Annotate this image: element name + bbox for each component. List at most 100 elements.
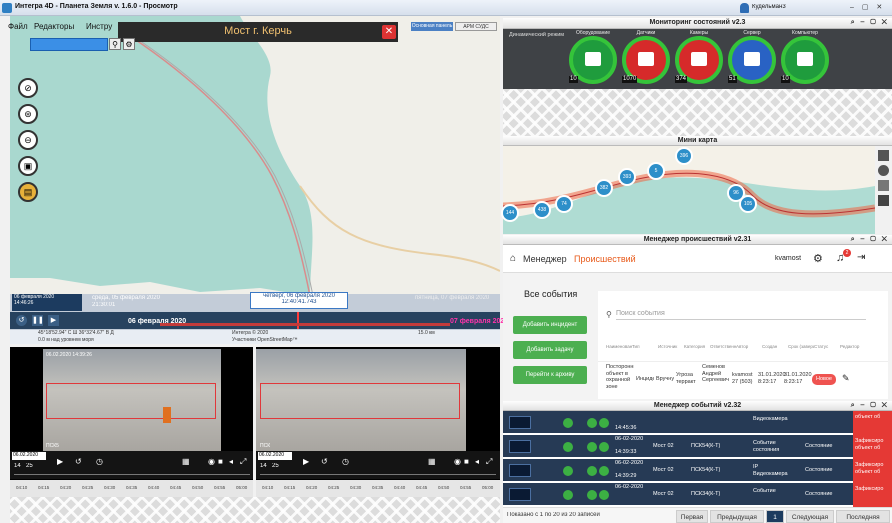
map-marker[interactable]: 74 bbox=[555, 195, 573, 213]
play-icon[interactable]: ▶ bbox=[303, 457, 309, 466]
event-action[interactable]: объект об bbox=[853, 411, 892, 435]
event-action[interactable]: Зафиксиро объект об bbox=[853, 459, 892, 483]
table-row[interactable]: 14:45:36 Видеокамера объект об bbox=[503, 411, 892, 435]
map-marker[interactable]: 5 bbox=[647, 162, 665, 180]
status-icon[interactable] bbox=[563, 418, 573, 428]
map-marker[interactable]: 393 bbox=[618, 168, 636, 186]
playhead[interactable] bbox=[297, 312, 299, 329]
settings-icon[interactable]: ⚙ bbox=[123, 38, 135, 50]
incident-row[interactable]: Посторонний объект в охранной зоне Инцид… bbox=[598, 361, 888, 397]
table-row[interactable]: 06-02-2020 14:39:33 Мост 02 ПСК54(К-Т) Событ… bbox=[503, 435, 892, 459]
go-to-archive-button[interactable]: Перейти к архиву bbox=[513, 366, 587, 384]
page-next[interactable]: Следующая bbox=[786, 510, 834, 523]
table-row[interactable]: 06-02-2020 Мост 02 ПСК34(К-Т) Событие Состоя… bbox=[503, 483, 892, 507]
logout-icon[interactable]: ⇥ bbox=[857, 252, 865, 263]
minimap-view[interactable]: 144 438 74 382 393 5 96 105 396 bbox=[501, 146, 875, 234]
search-box[interactable] bbox=[30, 38, 108, 51]
close-banner-button[interactable]: ✕ bbox=[382, 25, 396, 39]
tab-main-panel[interactable]: Основная панель bbox=[411, 22, 453, 31]
speed-icon[interactable]: ◷ bbox=[342, 457, 349, 466]
video-hour-right[interactable]: 14 bbox=[260, 463, 267, 469]
user-name[interactable]: Кудельман3 bbox=[752, 4, 786, 10]
video-min-left[interactable]: 25 bbox=[26, 463, 33, 469]
ack-icon[interactable] bbox=[587, 442, 597, 452]
table-row[interactable]: 06-02-2020 14:39:29 Мост 02 ПСК54(К-Т) IP Ви… bbox=[503, 459, 892, 483]
page-last[interactable]: Последняя bbox=[836, 510, 890, 523]
video-hour-left[interactable]: 14 bbox=[14, 463, 21, 469]
monitor-status-indicator[interactable]: 51 bbox=[728, 36, 776, 84]
menu-file[interactable]: Файл bbox=[8, 22, 28, 31]
calendar-icon[interactable]: ▦ bbox=[182, 457, 190, 466]
home-icon[interactable]: ⌂ bbox=[510, 253, 516, 264]
page-first[interactable]: Первая bbox=[676, 510, 708, 523]
minimap-print-icon[interactable] bbox=[878, 150, 889, 161]
map-marker[interactable]: 105 bbox=[739, 195, 757, 213]
video-panel-right[interactable]: ПСК 06.02.2020 14 25 ▶ ↺ ◷ ▦ ◉ ■ ◂ ⤢ 04:… bbox=[256, 347, 500, 497]
ruler-icon[interactable]: ⊖ bbox=[18, 130, 38, 150]
main-map[interactable]: Мост г. Керчь ✕ Основная панель АРМ СУДС… bbox=[10, 16, 500, 296]
event-action[interactable]: Зафиксиро объект об bbox=[853, 435, 892, 459]
status-icon[interactable] bbox=[563, 466, 573, 476]
map-marker[interactable]: 396 bbox=[675, 147, 693, 165]
gear-icon[interactable]: ⚙ bbox=[813, 252, 823, 265]
monitor-status-indicator[interactable]: 10 bbox=[781, 36, 829, 84]
window-controls[interactable]: ‒ ▢ ✕ bbox=[850, 3, 890, 13]
search-icon[interactable]: ⚲ bbox=[109, 38, 121, 50]
video-panel-left[interactable]: 06.02.2020 14:39:26 ПСК5 06.02.2020 14 2… bbox=[10, 347, 253, 497]
ack2-icon[interactable] bbox=[599, 442, 609, 452]
video-controls-left[interactable]: 06.02.2020 14 25 ▶ ↺ ◷ ▦ ◉ ■ ◂ ⤢ bbox=[10, 451, 253, 479]
window-controls[interactable]: ⌕ ‒ ▢ ✕ bbox=[851, 235, 889, 245]
replay-icon[interactable]: ↺ bbox=[75, 457, 82, 466]
ack2-icon[interactable] bbox=[599, 418, 609, 428]
window-controls[interactable]: ⌕ ‒ ▢ ✕ bbox=[851, 18, 889, 28]
menu-editors[interactable]: Редакторы bbox=[34, 22, 74, 31]
minimap-layers-icon[interactable] bbox=[878, 180, 889, 191]
video-controls-right[interactable]: 06.02.2020 14 25 ▶ ↺ ◷ ▦ ◉ ■ ◂ ⤢ bbox=[256, 451, 500, 479]
header-user[interactable]: kvamost bbox=[775, 255, 801, 262]
timeline-track[interactable]: ↺ ❚❚ ▶ 06 февраля 2020 07 февраля 2020 bbox=[10, 312, 508, 329]
play-icon[interactable]: ▶ bbox=[57, 457, 63, 466]
replay-icon[interactable]: ↺ bbox=[321, 457, 328, 466]
speed-icon[interactable]: ◷ bbox=[96, 457, 103, 466]
calendar-icon[interactable]: ▦ bbox=[428, 457, 436, 466]
ack-icon[interactable] bbox=[587, 466, 597, 476]
monitor-status-indicator[interactable]: 10 bbox=[569, 36, 617, 84]
event-action[interactable]: Зафиксиро bbox=[853, 483, 892, 507]
snapshot-icon[interactable]: ◉ bbox=[454, 457, 461, 466]
search-input[interactable]: Поиск события bbox=[616, 310, 866, 320]
map-marker[interactable]: 438 bbox=[533, 201, 551, 219]
vehicle-icon[interactable]: ▣ bbox=[18, 156, 38, 176]
add-incident-button[interactable]: Добавить инцидент bbox=[513, 316, 587, 334]
snapshot-icon[interactable]: ◉ bbox=[208, 457, 215, 466]
ack-icon[interactable] bbox=[587, 490, 597, 500]
ack2-icon[interactable] bbox=[599, 466, 609, 476]
tab-arm[interactable]: АРМ СУДС bbox=[455, 22, 497, 31]
monitor-status-indicator[interactable]: 374 bbox=[675, 36, 723, 84]
window-controls[interactable]: ⌕ ‒ ▢ ✕ bbox=[851, 401, 889, 411]
route-icon[interactable]: ⊛ bbox=[18, 104, 38, 124]
page-prev[interactable]: Предыдущая bbox=[710, 510, 764, 523]
video-min-right[interactable]: 25 bbox=[272, 463, 279, 469]
status-badge[interactable]: Новое bbox=[812, 374, 836, 385]
volume-icon[interactable]: ◂ bbox=[229, 457, 233, 466]
volume-icon[interactable]: ◂ bbox=[475, 457, 479, 466]
ack2-icon[interactable] bbox=[599, 490, 609, 500]
rewind-icon[interactable]: ↺ bbox=[16, 315, 27, 326]
page-current[interactable]: 1 bbox=[766, 510, 784, 523]
fullscreen-icon[interactable]: ⤢ bbox=[486, 457, 492, 467]
status-icon[interactable] bbox=[563, 490, 573, 500]
ack-icon[interactable] bbox=[587, 418, 597, 428]
timeline[interactable]: среда, 05 февраля 2020 21:30:01 четверг,… bbox=[10, 292, 508, 344]
menu-tools[interactable]: Инстру bbox=[86, 22, 117, 31]
forward-icon[interactable]: ▶ bbox=[48, 315, 59, 326]
minimap-zoom-icon[interactable] bbox=[878, 195, 889, 206]
record-icon[interactable]: ■ bbox=[464, 457, 469, 466]
monitor-status-indicator[interactable]: 1070 bbox=[622, 36, 670, 84]
status-icon[interactable] bbox=[563, 442, 573, 452]
edit-icon[interactable]: ✎ bbox=[842, 373, 850, 384]
pause-icon[interactable]: ❚❚ bbox=[32, 315, 44, 326]
minimap-settings-icon[interactable] bbox=[878, 165, 889, 176]
map-marker[interactable]: 144 bbox=[501, 204, 519, 222]
record-icon[interactable]: ■ bbox=[218, 457, 223, 466]
fullscreen-icon[interactable]: ⤢ bbox=[240, 457, 246, 467]
